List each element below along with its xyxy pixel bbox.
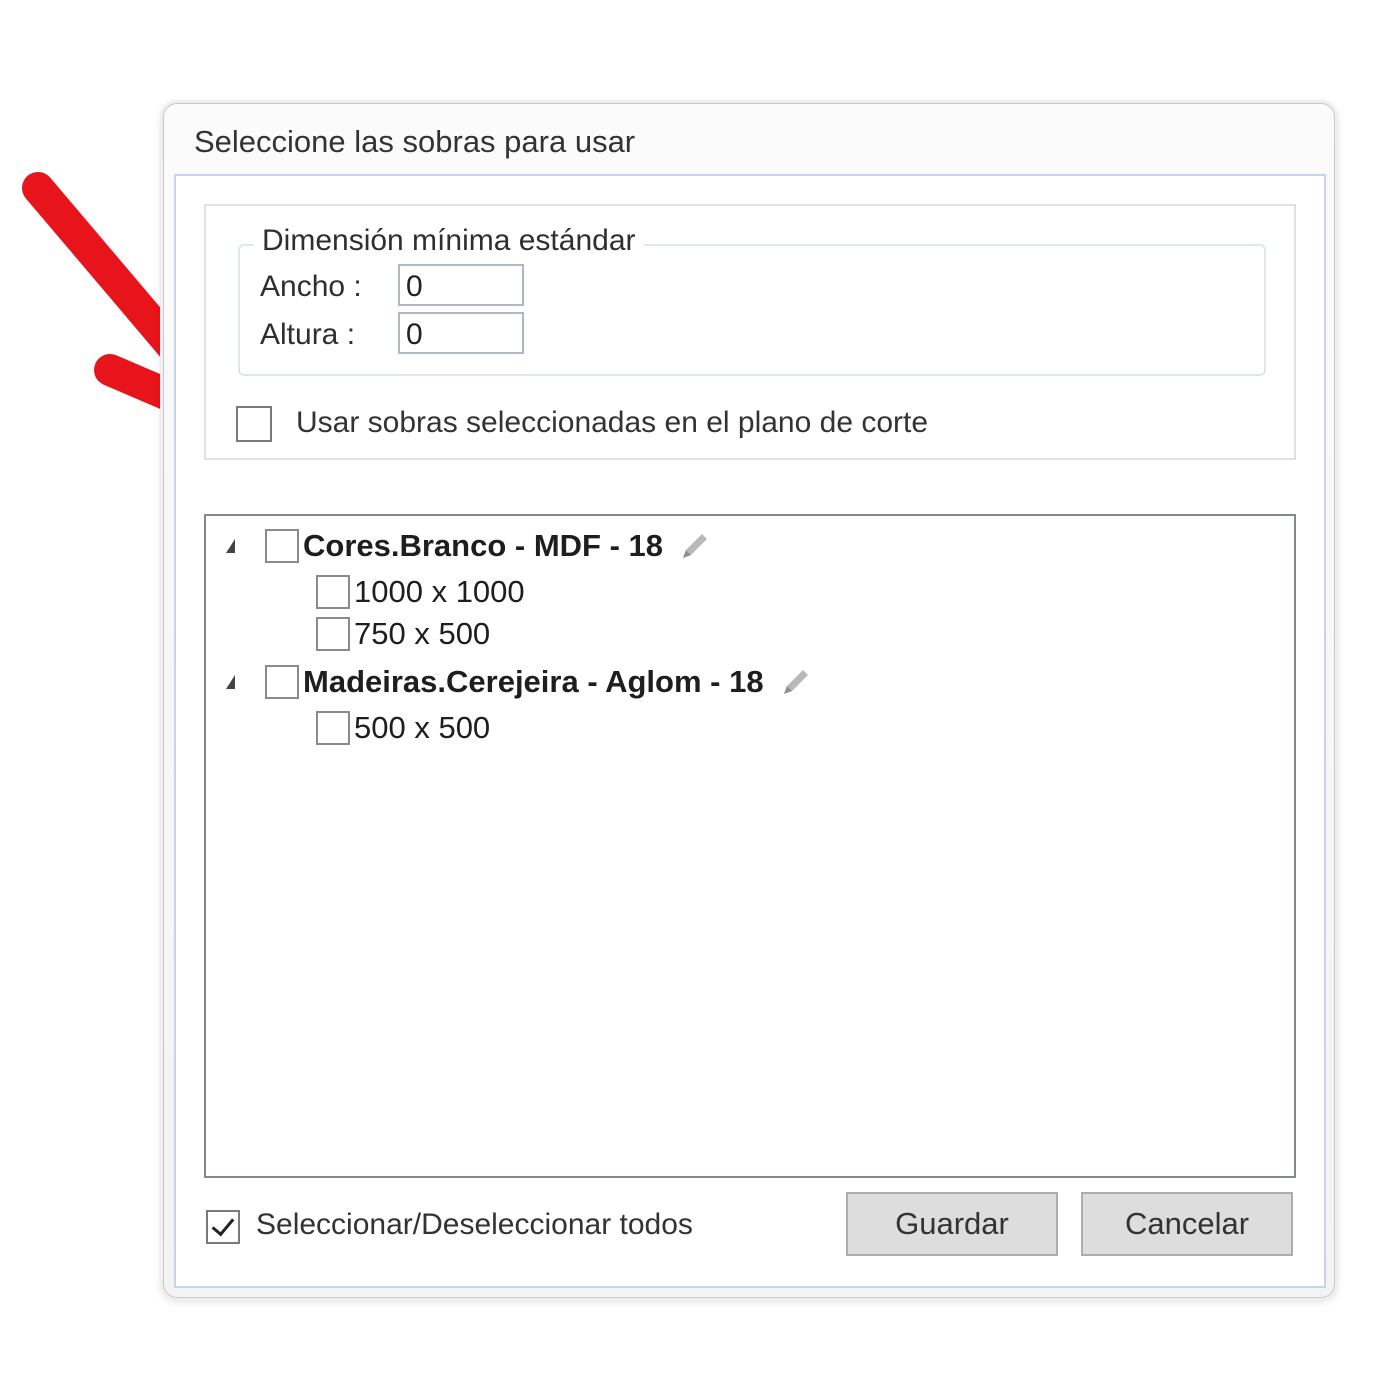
height-label: Altura : xyxy=(260,318,356,351)
min-dimension-group: Dimensión mínima estándar Ancho : 0 Altu… xyxy=(238,224,1266,376)
tree-leaf-checkbox[interactable] xyxy=(316,617,350,651)
tree-leaf[interactable]: 750 x 500 xyxy=(316,614,490,654)
dialog-client-area: Dimensión mínima estándar Ancho : 0 Altu… xyxy=(174,174,1326,1288)
tree-node[interactable]: Cores.Branco - MDF - 18 xyxy=(226,526,713,566)
use-selected-checkbox[interactable] xyxy=(236,406,272,442)
tree-leaf-label: 750 x 500 xyxy=(354,616,491,651)
tree-leaf-label: 500 x 500 xyxy=(354,710,491,745)
height-input[interactable]: 0 xyxy=(398,312,524,354)
width-input[interactable]: 0 xyxy=(398,264,524,306)
settings-panel: Dimensión mínima estándar Ancho : 0 Altu… xyxy=(204,204,1296,460)
width-label: Ancho : xyxy=(260,270,362,303)
select-all-checkbox[interactable] xyxy=(206,1210,240,1244)
cancel-button[interactable]: Cancelar xyxy=(1081,1192,1293,1256)
dialog-window: Seleccione las sobras para usar Dimensió… xyxy=(163,103,1335,1298)
save-button[interactable]: Guardar xyxy=(846,1192,1058,1256)
tree-node-label: Madeiras.Cerejeira - Aglom - 18 xyxy=(303,664,764,699)
tree-node-label: Cores.Branco - MDF - 18 xyxy=(303,528,664,563)
tree-leaf[interactable]: 1000 x 1000 xyxy=(316,572,525,612)
dialog-title: Seleccione las sobras para usar xyxy=(194,124,636,159)
tree-leaf-label: 1000 x 1000 xyxy=(354,574,525,609)
use-selected-label: Usar sobras seleccionadas en el plano de… xyxy=(296,406,929,439)
pencil-icon[interactable] xyxy=(677,528,713,564)
tree-node-checkbox[interactable] xyxy=(265,529,299,563)
tree-leaf-checkbox[interactable] xyxy=(316,711,350,745)
select-all-label: Seleccionar/Deseleccionar todos xyxy=(256,1208,693,1241)
tree-node[interactable]: Madeiras.Cerejeira - Aglom - 18 xyxy=(226,662,814,702)
tree-node-checkbox[interactable] xyxy=(265,665,299,699)
triangle-expanded-icon[interactable] xyxy=(226,675,235,689)
pencil-icon[interactable] xyxy=(778,664,814,700)
tree-leaf-checkbox[interactable] xyxy=(316,575,350,609)
group-legend: Dimensión mínima estándar xyxy=(254,224,644,258)
triangle-expanded-icon[interactable] xyxy=(226,539,235,553)
tree-leaf[interactable]: 500 x 500 xyxy=(316,708,490,748)
leftovers-tree[interactable]: Cores.Branco - MDF - 18 1000 x 1000 750 … xyxy=(204,514,1296,1178)
